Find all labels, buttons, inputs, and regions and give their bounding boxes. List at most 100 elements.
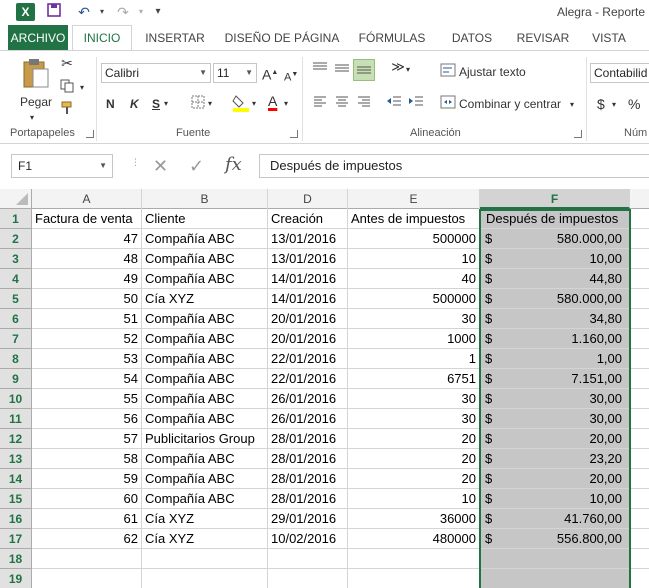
cell-g[interactable] <box>630 249 649 269</box>
cell-e[interactable]: 36000 <box>348 509 480 529</box>
cell-d[interactable]: 22/01/2016 <box>268 349 348 369</box>
cut-icon[interactable]: ✂ <box>58 55 76 73</box>
format-painter-icon[interactable] <box>58 101 76 119</box>
cell-g[interactable] <box>630 309 649 329</box>
wrap-text-button[interactable]: Ajustar texto <box>459 63 526 81</box>
cell-e[interactable] <box>348 569 480 588</box>
enter-icon[interactable]: ✓ <box>189 156 204 177</box>
header-cell-f[interactable]: Después de impuestos <box>480 209 630 229</box>
cell-d[interactable]: 26/01/2016 <box>268 409 348 429</box>
cell-f[interactable]: $20,00 <box>480 429 630 449</box>
borders-icon[interactable] <box>190 95 206 111</box>
cell-e[interactable]: 20 <box>348 449 480 469</box>
insert-function-button[interactable]: fx <box>225 154 242 175</box>
cell-g[interactable] <box>630 469 649 489</box>
cell-f[interactable]: $30,00 <box>480 409 630 429</box>
cell-f[interactable]: $44,80 <box>480 269 630 289</box>
cell-e[interactable]: 20 <box>348 469 480 489</box>
cell-f[interactable]: $34,80 <box>480 309 630 329</box>
row-header[interactable]: 13 <box>0 449 32 469</box>
column-header-d[interactable]: D <box>268 189 348 209</box>
align-bottom-icon[interactable] <box>353 59 375 81</box>
cell-d[interactable]: 28/01/2016 <box>268 429 348 449</box>
cell-g[interactable] <box>630 569 649 588</box>
cell-a[interactable]: 52 <box>32 329 142 349</box>
cell-a[interactable]: 47 <box>32 229 142 249</box>
cell-e[interactable]: 480000 <box>348 529 480 549</box>
cell-d[interactable]: 28/01/2016 <box>268 449 348 469</box>
name-box[interactable]: F1 ▼ <box>11 154 113 178</box>
cell-a[interactable]: 54 <box>32 369 142 389</box>
cell-g[interactable] <box>630 489 649 509</box>
cell-e[interactable]: 10 <box>348 489 480 509</box>
cell-g[interactable] <box>630 389 649 409</box>
font-size-select[interactable]: 11 ▼ <box>213 63 257 83</box>
cell-a[interactable]: 57 <box>32 429 142 449</box>
cell-a[interactable]: 53 <box>32 349 142 369</box>
font-launcher-icon[interactable] <box>290 130 298 138</box>
increase-indent-icon[interactable] <box>406 95 426 111</box>
cell-d[interactable]: 14/01/2016 <box>268 269 348 289</box>
header-cell-b[interactable]: Cliente <box>142 209 268 229</box>
underline-dropdown-icon[interactable]: ▾ <box>164 95 168 113</box>
cell-f[interactable]: $7.151,00 <box>480 369 630 389</box>
fill-color-icon[interactable] <box>232 93 250 113</box>
column-header-e[interactable]: E <box>348 189 480 209</box>
cell-f[interactable]: $41.760,00 <box>480 509 630 529</box>
cell-b[interactable]: Compañía ABC <box>142 369 268 389</box>
orientation-dropdown-icon[interactable]: ▾ <box>406 61 410 79</box>
row-header[interactable]: 15 <box>0 489 32 509</box>
cell-g[interactable] <box>630 529 649 549</box>
cell-d[interactable]: 26/01/2016 <box>268 389 348 409</box>
cell-d[interactable]: 22/01/2016 <box>268 369 348 389</box>
wrap-text-icon[interactable] <box>440 63 456 79</box>
align-top-icon[interactable] <box>310 61 330 81</box>
alignment-launcher-icon[interactable] <box>574 130 582 138</box>
paste-dropdown-icon[interactable]: ▾ <box>30 109 34 127</box>
row-header[interactable]: 9 <box>0 369 32 389</box>
cell-g[interactable] <box>630 269 649 289</box>
cell-f[interactable]: $556.800,00 <box>480 529 630 549</box>
column-header-f[interactable]: F <box>480 189 630 209</box>
cell-e[interactable]: 30 <box>348 389 480 409</box>
row-header[interactable]: 6 <box>0 309 32 329</box>
tab-formulas[interactable]: FÓRMULAS <box>354 25 430 51</box>
cell-a[interactable]: 50 <box>32 289 142 309</box>
cell-e[interactable]: 30 <box>348 409 480 429</box>
cell-a[interactable]: 61 <box>32 509 142 529</box>
copy-icon[interactable] <box>58 79 76 97</box>
row-header[interactable]: 2 <box>0 229 32 249</box>
row-header[interactable]: 11 <box>0 409 32 429</box>
align-left-icon[interactable] <box>310 95 330 111</box>
cell-d[interactable] <box>268 569 348 588</box>
cell-d[interactable] <box>268 549 348 569</box>
cell-a[interactable]: 58 <box>32 449 142 469</box>
row-header[interactable]: 5 <box>0 289 32 309</box>
cell-f[interactable]: $580.000,00 <box>480 289 630 309</box>
font-name-select[interactable]: Calibri ▼ <box>101 63 211 83</box>
cell-d[interactable]: 13/01/2016 <box>268 249 348 269</box>
column-header-b[interactable]: B <box>142 189 268 209</box>
cell-e[interactable]: 6751 <box>348 369 480 389</box>
header-cell-e[interactable]: Antes de impuestos <box>348 209 480 229</box>
cell-b[interactable] <box>142 569 268 588</box>
cell-b[interactable]: Compañía ABC <box>142 409 268 429</box>
cell-f[interactable]: $580.000,00 <box>480 229 630 249</box>
column-header-a[interactable]: A <box>32 189 142 209</box>
merge-dropdown-icon[interactable]: ▾ <box>570 96 574 114</box>
formula-input[interactable]: Después de impuestos <box>259 154 649 178</box>
cell-e[interactable]: 500000 <box>348 229 480 249</box>
cell-a[interactable]: 51 <box>32 309 142 329</box>
cell-g[interactable] <box>630 349 649 369</box>
italic-button[interactable]: K <box>130 95 139 113</box>
row-header[interactable]: 17 <box>0 529 32 549</box>
cell-e[interactable] <box>348 549 480 569</box>
excel-icon[interactable]: X <box>16 3 35 21</box>
row-header[interactable]: 14 <box>0 469 32 489</box>
cell-f[interactable]: $20,00 <box>480 469 630 489</box>
cell-e[interactable]: 30 <box>348 309 480 329</box>
header-cell-d[interactable]: Creación <box>268 209 348 229</box>
fill-color-dropdown-icon[interactable]: ▾ <box>252 95 256 113</box>
cell-b[interactable]: Compañía ABC <box>142 309 268 329</box>
cell-b[interactable]: Compañía ABC <box>142 469 268 489</box>
